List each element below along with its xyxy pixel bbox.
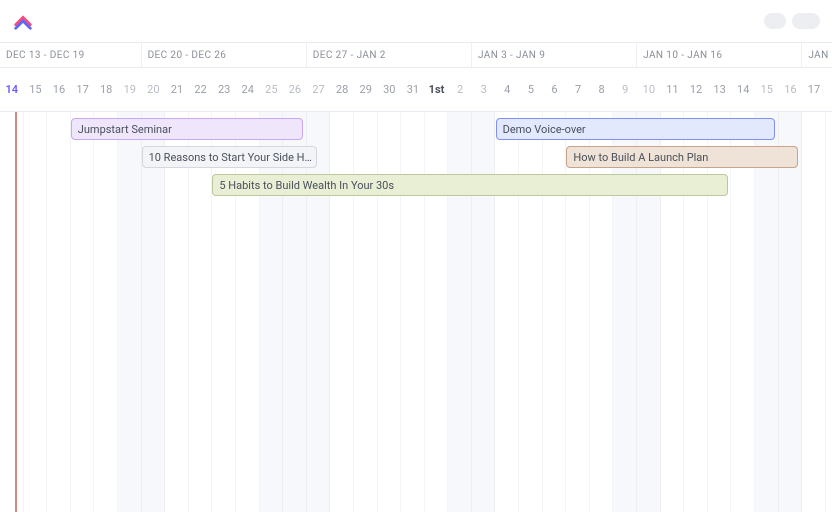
grid-column	[661, 112, 685, 512]
day-cell[interactable]: 20	[142, 83, 166, 96]
topbar	[0, 0, 832, 42]
grid-column	[613, 112, 637, 512]
timeline-grid	[0, 112, 832, 512]
day-cell[interactable]: 15	[755, 83, 779, 96]
grid-column	[283, 112, 307, 512]
day-cell[interactable]: 8	[590, 83, 614, 96]
day-cell[interactable]: 15	[24, 83, 48, 96]
grid-column	[519, 112, 543, 512]
task-bar[interactable]: Jumpstart Seminar	[71, 118, 303, 140]
grid-column	[566, 112, 590, 512]
task-bar[interactable]: 10 Reasons to Start Your Side H…	[142, 146, 317, 168]
grid-column	[0, 112, 24, 512]
grid-column	[212, 112, 236, 512]
day-cell[interactable]: 12	[684, 83, 708, 96]
day-cell[interactable]: 6	[543, 83, 567, 96]
grid-column	[118, 112, 142, 512]
grid-column	[731, 112, 755, 512]
day-cell[interactable]: 9	[613, 83, 637, 96]
task-bar[interactable]: How to Build A Launch Plan	[566, 146, 798, 168]
topbar-actions	[764, 13, 820, 29]
grid-column	[779, 112, 803, 512]
grid-column	[378, 112, 402, 512]
day-cell[interactable]: 14	[731, 83, 755, 96]
grid-column	[401, 112, 425, 512]
day-cell[interactable]: 17	[802, 83, 826, 96]
day-cell[interactable]: 28	[330, 83, 354, 96]
timeline[interactable]: Jumpstart Seminar 10 Reasons to Start You…	[0, 112, 832, 512]
task-bar[interactable]: 5 Habits to Build Wealth In Your 30s	[212, 174, 727, 196]
grid-column	[684, 112, 708, 512]
grid-column	[543, 112, 567, 512]
day-cell[interactable]: 16	[779, 83, 803, 96]
grid-column	[142, 112, 166, 512]
clickup-logo-icon	[12, 10, 34, 32]
day-cell[interactable]: 14	[0, 83, 24, 96]
action-button-1[interactable]	[764, 13, 786, 29]
grid-column	[708, 112, 732, 512]
day-cell[interactable]: 29	[354, 83, 378, 96]
grid-column	[236, 112, 260, 512]
grid-column	[637, 112, 661, 512]
week-header: JAN	[802, 43, 832, 67]
day-cell[interactable]: 19	[118, 83, 142, 96]
day-cell[interactable]: 21	[165, 83, 189, 96]
week-header: DEC 20 - DEC 26	[142, 43, 307, 67]
day-cell[interactable]: 30	[378, 83, 402, 96]
week-header: JAN 10 - JAN 16	[637, 43, 802, 67]
grid-column	[802, 112, 826, 512]
day-cell[interactable]: 18	[94, 83, 118, 96]
day-cell[interactable]: 24	[236, 83, 260, 96]
day-cell[interactable]: 31	[401, 83, 425, 96]
grid-column	[425, 112, 449, 512]
day-header-row: 1415161718192021222324252627282930311st2…	[0, 68, 832, 112]
day-cell[interactable]: 13	[708, 83, 732, 96]
day-cell[interactable]: 26	[283, 83, 307, 96]
task-bar[interactable]: Demo Voice-over	[496, 118, 775, 140]
grid-column	[260, 112, 284, 512]
day-cell[interactable]: 25	[260, 83, 284, 96]
day-cell[interactable]: 5	[519, 83, 543, 96]
grid-column	[47, 112, 71, 512]
grid-column	[71, 112, 95, 512]
today-line	[15, 112, 17, 512]
day-cell[interactable]: 7	[566, 83, 590, 96]
grid-column	[330, 112, 354, 512]
grid-column	[590, 112, 614, 512]
grid-column	[189, 112, 213, 512]
action-button-2[interactable]	[792, 13, 820, 29]
day-cell[interactable]: 17	[71, 83, 95, 96]
grid-column	[24, 112, 48, 512]
grid-column	[307, 112, 331, 512]
day-cell[interactable]: 3	[472, 83, 496, 96]
week-header: DEC 27 - JAN 2	[307, 43, 472, 67]
day-cell[interactable]: 2	[448, 83, 472, 96]
grid-column	[165, 112, 189, 512]
day-cell[interactable]: 4	[495, 83, 519, 96]
day-cell[interactable]: 16	[47, 83, 71, 96]
grid-column	[472, 112, 496, 512]
grid-column	[448, 112, 472, 512]
grid-column	[755, 112, 779, 512]
grid-column	[354, 112, 378, 512]
grid-column	[495, 112, 519, 512]
day-cell[interactable]: 27	[307, 83, 331, 96]
day-cell[interactable]: 22	[189, 83, 213, 96]
day-cell[interactable]: 23	[212, 83, 236, 96]
day-cell[interactable]: 1st	[425, 83, 449, 96]
week-header-row: DEC 13 - DEC 19DEC 20 - DEC 26DEC 27 - J…	[0, 42, 832, 68]
day-cell[interactable]: 10	[637, 83, 661, 96]
day-cell[interactable]: 11	[661, 83, 685, 96]
week-header: DEC 13 - DEC 19	[0, 43, 142, 67]
week-header: JAN 3 - JAN 9	[472, 43, 637, 67]
grid-column	[94, 112, 118, 512]
